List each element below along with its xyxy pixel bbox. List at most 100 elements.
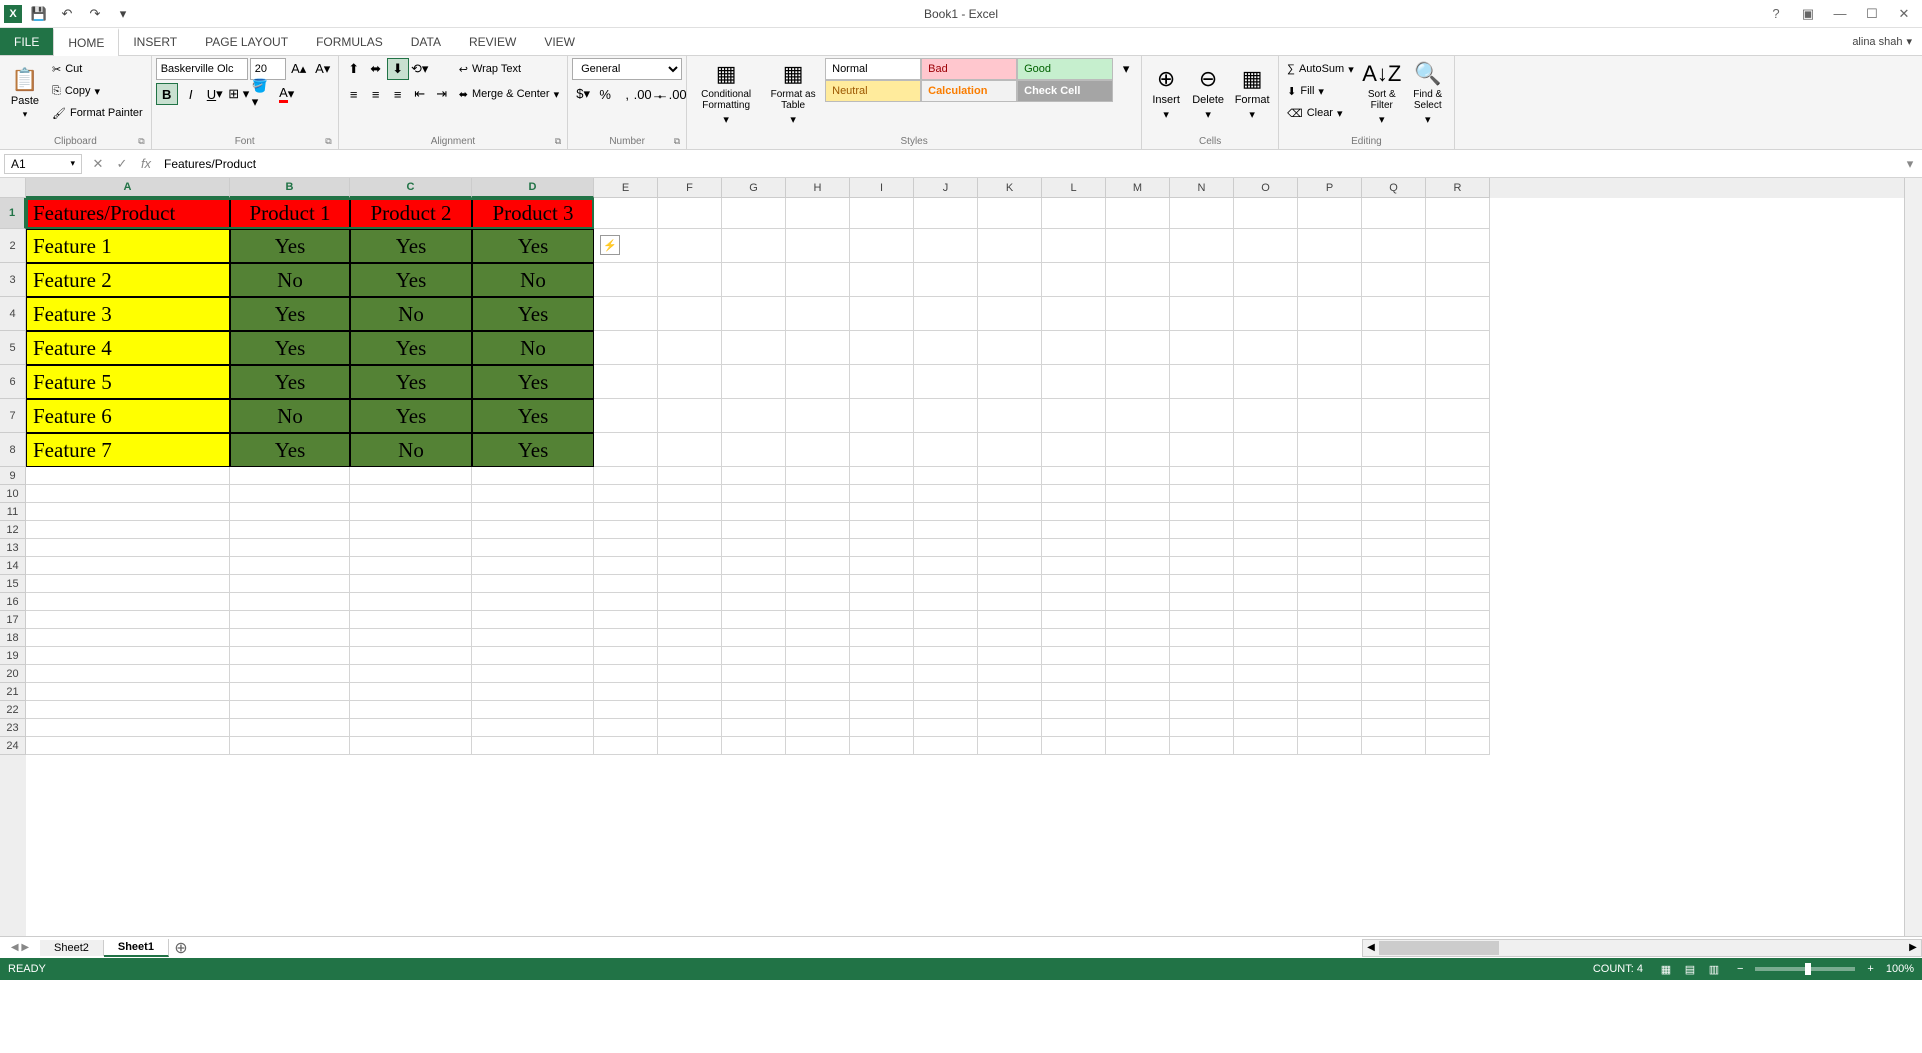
cell[interactable]	[472, 629, 594, 647]
indent-decrease-icon[interactable]: ⇤	[409, 83, 431, 105]
cell[interactable]	[1362, 331, 1426, 365]
zoom-slider[interactable]	[1755, 967, 1855, 971]
cell[interactable]	[1234, 611, 1298, 629]
cell[interactable]	[1042, 683, 1106, 701]
cell[interactable]	[1042, 557, 1106, 575]
underline-button[interactable]: U ▾	[204, 83, 226, 105]
tab-formulas[interactable]: FORMULAS	[302, 28, 397, 55]
cell[interactable]	[1362, 701, 1426, 719]
cell[interactable]	[1170, 539, 1234, 557]
cell[interactable]	[658, 737, 722, 755]
cell[interactable]	[472, 647, 594, 665]
cell[interactable]	[786, 399, 850, 433]
cell[interactable]: Product 2	[350, 198, 472, 229]
cell[interactable]	[594, 365, 658, 399]
cell[interactable]	[594, 467, 658, 485]
cell[interactable]	[1042, 229, 1106, 263]
cell[interactable]	[1234, 467, 1298, 485]
cell[interactable]	[850, 665, 914, 683]
row-header[interactable]: 6	[0, 365, 26, 399]
cell[interactable]	[722, 611, 786, 629]
cell[interactable]	[914, 647, 978, 665]
row-header[interactable]: 13	[0, 539, 26, 557]
cell[interactable]	[1170, 737, 1234, 755]
vertical-scrollbar[interactable]	[1904, 178, 1922, 936]
cell[interactable]	[978, 719, 1042, 737]
cell[interactable]	[230, 611, 350, 629]
cell[interactable]	[1106, 701, 1170, 719]
cell[interactable]: No	[230, 399, 350, 433]
cell[interactable]	[1170, 198, 1234, 229]
cell[interactable]: Features/Product	[26, 198, 230, 229]
cell[interactable]	[914, 433, 978, 467]
cell[interactable]	[1298, 539, 1362, 557]
cell[interactable]	[1362, 557, 1426, 575]
cell[interactable]	[786, 433, 850, 467]
style-check-cell[interactable]: Check Cell	[1017, 80, 1113, 102]
cell[interactable]	[1170, 433, 1234, 467]
cell[interactable]	[658, 331, 722, 365]
row-header[interactable]: 9	[0, 467, 26, 485]
cell[interactable]	[850, 737, 914, 755]
find-select-button[interactable]: 🔍Find & Select▾	[1406, 58, 1450, 128]
cell[interactable]	[658, 521, 722, 539]
autosum-button[interactable]: ∑AutoSum ▾	[1283, 58, 1358, 80]
alignment-launcher-icon[interactable]: ⧉	[555, 136, 561, 147]
cell[interactable]	[1234, 229, 1298, 263]
cell[interactable]	[1234, 521, 1298, 539]
font-name-combo[interactable]	[156, 58, 248, 80]
cell[interactable]	[1298, 485, 1362, 503]
cell[interactable]	[978, 593, 1042, 611]
cell[interactable]	[658, 399, 722, 433]
align-right-icon[interactable]: ≡	[387, 83, 409, 105]
cell[interactable]	[1362, 593, 1426, 611]
cell[interactable]	[1298, 629, 1362, 647]
tab-file[interactable]: FILE	[0, 28, 53, 55]
cell[interactable]	[722, 399, 786, 433]
cell[interactable]	[1298, 297, 1362, 331]
row-header[interactable]: 21	[0, 683, 26, 701]
cell[interactable]	[1298, 263, 1362, 297]
cell[interactable]	[1106, 593, 1170, 611]
cell[interactable]	[1234, 719, 1298, 737]
cell[interactable]	[978, 263, 1042, 297]
cell[interactable]	[850, 297, 914, 331]
cell[interactable]	[594, 263, 658, 297]
number-launcher-icon[interactable]: ⧉	[674, 136, 680, 147]
tab-home[interactable]: HOME	[53, 28, 119, 56]
cell[interactable]	[1106, 665, 1170, 683]
cell[interactable]	[1426, 198, 1490, 229]
cell[interactable]	[914, 198, 978, 229]
cell[interactable]	[914, 539, 978, 557]
cell[interactable]	[26, 647, 230, 665]
cell[interactable]	[230, 737, 350, 755]
paste-button[interactable]: 📋Paste▾	[4, 58, 46, 128]
cell[interactable]: Yes	[350, 263, 472, 297]
cell[interactable]	[594, 521, 658, 539]
cell[interactable]	[786, 737, 850, 755]
cell[interactable]	[230, 521, 350, 539]
tab-view[interactable]: VIEW	[530, 28, 589, 55]
cell[interactable]: Yes	[472, 433, 594, 467]
cell[interactable]	[658, 647, 722, 665]
cell[interactable]	[1170, 521, 1234, 539]
cell[interactable]	[722, 647, 786, 665]
cell[interactable]	[786, 665, 850, 683]
cell[interactable]	[978, 665, 1042, 683]
cell[interactable]	[850, 263, 914, 297]
cell[interactable]	[1298, 503, 1362, 521]
cell[interactable]	[658, 297, 722, 331]
cell[interactable]	[914, 229, 978, 263]
cell[interactable]	[1170, 629, 1234, 647]
cell[interactable]	[472, 503, 594, 521]
maximize-icon[interactable]: ☐	[1858, 3, 1886, 25]
cell[interactable]	[1234, 665, 1298, 683]
col-header[interactable]: G	[722, 178, 786, 198]
cell[interactable]	[1170, 665, 1234, 683]
cell[interactable]	[230, 647, 350, 665]
cell[interactable]	[1042, 593, 1106, 611]
cell[interactable]	[1426, 575, 1490, 593]
cell[interactable]	[230, 539, 350, 557]
cell[interactable]	[1106, 647, 1170, 665]
cell[interactable]	[1170, 229, 1234, 263]
